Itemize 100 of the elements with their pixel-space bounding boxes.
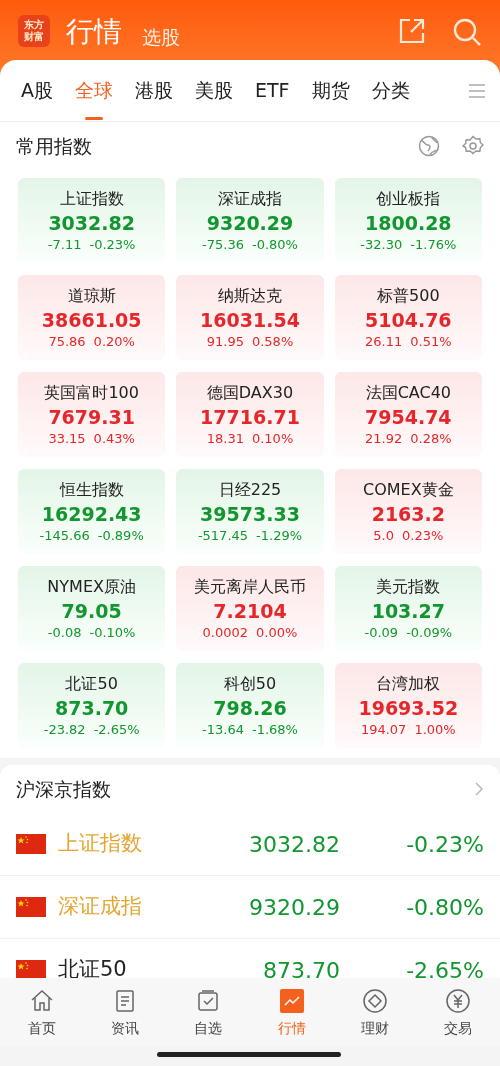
section-title: 常用指数 — [16, 133, 92, 159]
index-card[interactable]: 法国CAC40 7954.74 21.92 0.28% — [334, 372, 482, 457]
index-percent: -1.29% — [256, 526, 303, 545]
index-card[interactable]: 日经225 39573.33 -517.45 -1.29% — [176, 469, 324, 554]
share-icon[interactable] — [398, 17, 426, 45]
index-change: -13.64 — [202, 720, 244, 739]
index-change: 18.31 — [206, 429, 244, 448]
index-card[interactable]: 英国富时100 7679.31 33.15 0.43% — [18, 372, 166, 457]
index-price: 39573.33 — [200, 501, 300, 527]
index-name: 北证50 — [65, 672, 118, 695]
index-price: 873.70 — [55, 695, 129, 721]
index-price: 16292.43 — [41, 501, 142, 527]
index-price: 9320.29 — [206, 210, 294, 236]
flag-icon — [16, 897, 46, 917]
index-card[interactable]: 道琼斯 38661.05 75.86 0.20% — [18, 275, 166, 360]
index-card[interactable]: 深证成指 9320.29 -75.36 -0.80% — [176, 178, 324, 263]
index-change: -7.11 — [47, 235, 82, 254]
index-percent: -0.80% — [405, 893, 484, 922]
index-percent: 0.58% — [251, 332, 294, 351]
index-price: 7679.31 — [48, 404, 135, 430]
menu-icon[interactable] — [468, 82, 486, 99]
index-card[interactable]: 科创50 798.26 -13.64 -1.68% — [176, 663, 324, 748]
index-percent: 0.00% — [256, 623, 298, 642]
index-name: 上证指数 — [58, 830, 142, 858]
app-logo: 东方 财富 — [18, 15, 50, 47]
flag-icon — [16, 960, 46, 978]
nav-tab[interactable]: 资讯 — [83, 978, 167, 1046]
index-card[interactable]: 美元指数 103.27 -0.09 -0.09% — [334, 566, 482, 651]
index-percent: 0.28% — [410, 429, 452, 448]
market-tab[interactable]: ETF — [248, 59, 297, 122]
index-card[interactable]: 标普500 5104.76 26.11 0.51% — [334, 275, 482, 360]
index-name: 美元指数 — [376, 575, 441, 598]
index-price: 798.26 — [213, 695, 287, 721]
index-percent: -2.65% — [93, 720, 140, 739]
globe-icon[interactable] — [418, 135, 440, 157]
market-tab[interactable]: 期货 — [304, 59, 357, 122]
index-card[interactable]: 上证指数 3032.82 -7.11 -0.23% — [18, 178, 166, 263]
search-icon[interactable] — [452, 17, 482, 47]
index-change: 194.07 — [360, 720, 407, 739]
section-title: 沪深京指数 — [16, 776, 111, 802]
index-name: 纳斯达克 — [218, 284, 282, 307]
index-change: -145.66 — [39, 526, 90, 545]
market-tab[interactable]: 分类 — [364, 59, 417, 122]
index-name: 美元离岸人民币 — [194, 575, 306, 598]
chevron-right-icon[interactable] — [474, 781, 484, 797]
index-price: 79.05 — [61, 598, 122, 624]
index-card[interactable]: 北证50 873.70 -23.82 -2.65% — [18, 663, 166, 748]
index-card[interactable]: 恒生指数 16292.43 -145.66 -0.89% — [18, 469, 166, 554]
market-tab[interactable]: 港股 — [128, 59, 180, 122]
index-card[interactable]: 台湾加权 19693.52 194.07 1.00% — [334, 663, 482, 748]
index-card[interactable]: NYMEX原油 79.05 -0.08 -0.10% — [18, 566, 166, 651]
index-change: 5.0 — [373, 526, 394, 545]
index-name: 法国CAC40 — [365, 381, 451, 404]
market-tab[interactable]: 美股 — [188, 59, 240, 122]
index-percent: 1.00% — [414, 720, 456, 739]
index-change: 21.92 — [365, 429, 403, 448]
index-percent: -0.89% — [97, 526, 144, 545]
index-name: 创业板指 — [376, 187, 441, 210]
index-change: 33.15 — [48, 429, 86, 448]
index-price: 19693.52 — [358, 695, 459, 721]
index-name: 上证指数 — [59, 187, 124, 210]
settings-icon[interactable] — [462, 135, 484, 157]
index-price: 1800.28 — [365, 210, 452, 236]
index-percent: -0.23% — [89, 235, 136, 254]
index-name: 标普500 — [377, 284, 440, 307]
index-percent: -1.68% — [251, 720, 298, 739]
index-card[interactable]: 纳斯达克 16031.54 91.95 0.58% — [176, 275, 324, 360]
index-name: 台湾加权 — [376, 672, 441, 695]
index-percent: 0.23% — [402, 526, 444, 545]
nav-tab[interactable]: 理财 — [333, 978, 417, 1046]
nav-tab[interactable]: 自选 — [166, 978, 250, 1046]
index-change: -0.08 — [47, 623, 82, 642]
index-percent: 0.51% — [410, 332, 452, 351]
index-percent: 0.43% — [93, 429, 135, 448]
yen-icon — [445, 988, 472, 1014]
index-card[interactable]: 创业板指 1800.28 -32.30 -1.76% — [334, 178, 482, 263]
index-change: 91.95 — [206, 332, 244, 351]
nav-tab[interactable]: 交易 — [416, 978, 500, 1046]
index-price: 2163.2 — [371, 501, 445, 527]
index-card[interactable]: 美元离岸人民币 7.2104 0.0002 0.00% — [176, 566, 324, 651]
market-tab[interactable]: A股 — [14, 59, 60, 122]
index-change: -32.30 — [360, 235, 403, 254]
index-price: 103.27 — [371, 598, 445, 624]
index-change: -517.45 — [197, 526, 249, 545]
page-title: 行情 — [66, 15, 122, 49]
index-card[interactable]: COMEX黄金 2163.2 5.0 0.23% — [334, 469, 482, 554]
index-percent: 0.20% — [93, 332, 135, 351]
index-price: 7.2104 — [213, 598, 287, 624]
index-percent: -0.09% — [406, 623, 453, 642]
index-name: 深证成指 — [218, 187, 282, 210]
index-card[interactable]: 德国DAX30 17716.71 18.31 0.10% — [176, 372, 324, 457]
index-name: 北证50 — [58, 956, 127, 978]
index-price: 9320.29 — [248, 893, 340, 922]
nav-tab[interactable]: 首页 — [0, 978, 84, 1046]
index-price: 38661.05 — [41, 307, 142, 333]
index-price: 3032.82 — [48, 210, 135, 236]
index-change: -23.82 — [43, 720, 86, 739]
index-price: 5104.76 — [365, 307, 452, 333]
index-percent: 0.10% — [251, 429, 294, 448]
index-price: 16031.54 — [200, 307, 300, 333]
